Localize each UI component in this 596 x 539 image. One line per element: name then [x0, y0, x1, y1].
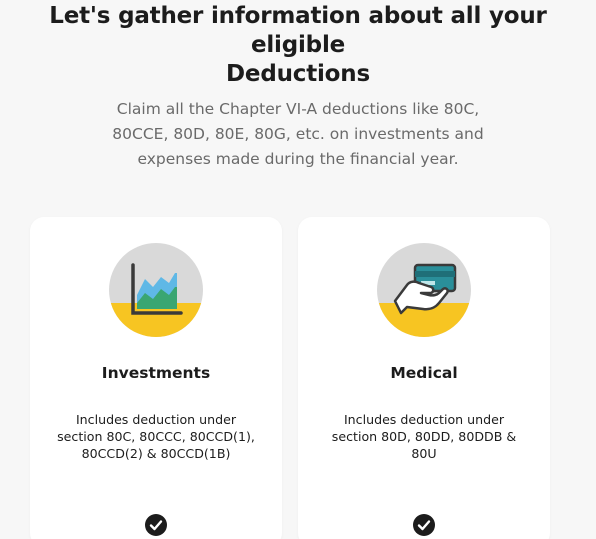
card-payment-icon: [377, 243, 471, 337]
page-title-line-1: Let's gather information about all your …: [49, 3, 547, 58]
deductions-page: Let's gather information about all your …: [0, 0, 596, 539]
medical-desc-line-1: Includes deduction under: [343, 412, 505, 427]
investments-card[interactable]: Investments Includes deduction under sec…: [30, 217, 282, 539]
medical-desc-line-2: section 80D, 80DD, 80DDB &: [331, 429, 517, 444]
medical-desc-line-3: 80U: [411, 446, 437, 461]
medical-title: Medical: [390, 364, 458, 382]
page-title-line-2: Deductions: [226, 61, 370, 87]
medical-check-icon[interactable]: [413, 514, 435, 536]
investments-description: Includes deduction under section 80C, 80…: [52, 411, 260, 462]
medical-card[interactable]: Medical Includes deduction under section…: [298, 217, 550, 539]
investments-check-icon[interactable]: [145, 514, 167, 536]
investments-title: Investments: [101, 364, 211, 382]
subtitle-line-3: expenses made during the financial year.: [137, 150, 459, 168]
page-title: Let's gather information about all your …: [0, 2, 596, 89]
investment-chart-icon: [109, 243, 203, 337]
subtitle-line-1: Claim all the Chapter VI-A deductions li…: [116, 100, 480, 118]
medical-description: Includes deduction under section 80D, 80…: [320, 411, 528, 462]
investments-desc-line-1: Includes deduction under: [75, 412, 237, 427]
investments-desc-line-2: section 80C, 80CCC, 80CCD(1),: [57, 429, 255, 444]
subtitle-line-2: 80CCE, 80D, 80E, 80G, etc. on investment…: [112, 125, 484, 143]
page-subtitle: Claim all the Chapter VI-A deductions li…: [98, 97, 498, 172]
investments-desc-line-3: 80CCD(2) & 80CCD(1B): [81, 446, 231, 461]
